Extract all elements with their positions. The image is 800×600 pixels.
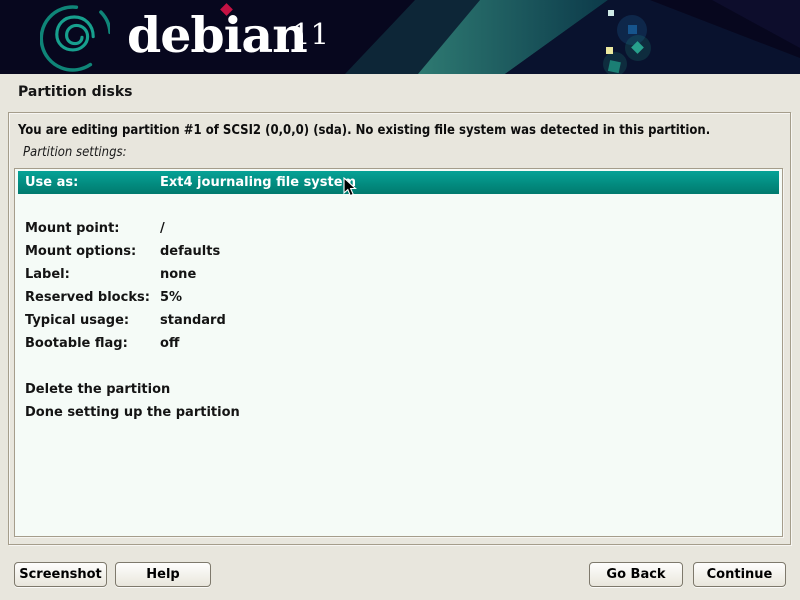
list-item-use-as[interactable]: Use as: Ext4 journaling file system xyxy=(18,171,779,194)
page-title: Partition disks xyxy=(18,84,132,100)
banner-artwork xyxy=(0,0,800,74)
help-button[interactable]: Help xyxy=(115,562,211,587)
item-label: Mount options: xyxy=(25,244,160,259)
list-spacer xyxy=(17,194,780,217)
item-label: Bootable flag: xyxy=(25,336,160,351)
spark-square-teal xyxy=(608,60,621,73)
info-subtitle: Partition settings: xyxy=(23,145,127,160)
item-value: none xyxy=(160,267,196,282)
go-back-button[interactable]: Go Back xyxy=(589,562,683,587)
list-spacer xyxy=(17,355,780,378)
spark-square-blue xyxy=(628,25,637,34)
item-label: Typical usage: xyxy=(25,313,160,328)
item-value: 5% xyxy=(160,290,182,305)
spark-square-yellow xyxy=(606,47,613,54)
item-label: Done setting up the partition xyxy=(25,405,240,420)
item-label: Reserved blocks: xyxy=(25,290,160,305)
brand-version: 11 xyxy=(292,14,329,54)
item-label: Label: xyxy=(25,267,160,282)
list-item-label[interactable]: Label: none xyxy=(17,263,780,286)
item-value: defaults xyxy=(160,244,220,259)
item-label: Delete the partition xyxy=(25,382,170,397)
item-value: Ext4 journaling file system xyxy=(160,175,356,190)
item-label: Use as: xyxy=(25,175,160,190)
partition-settings-list: Use as: Ext4 journaling file system Moun… xyxy=(14,168,783,537)
brand-wordmark: debian xyxy=(127,4,307,66)
list-item-mount-options[interactable]: Mount options: defaults xyxy=(17,240,780,263)
continue-button[interactable]: Continue xyxy=(693,562,786,587)
spark-square-white xyxy=(608,10,614,16)
list-item-mount-point[interactable]: Mount point: / xyxy=(17,217,780,240)
header-banner: debian 11 xyxy=(0,0,800,74)
item-value: off xyxy=(160,336,179,351)
item-value: / xyxy=(160,221,165,236)
item-value: standard xyxy=(160,313,226,328)
list-item-done-partition[interactable]: Done setting up the partition xyxy=(17,401,780,424)
list-item-delete-partition[interactable]: Delete the partition xyxy=(17,378,780,401)
info-message: You are editing partition #1 of SCSI2 (0… xyxy=(18,123,778,138)
list-item-typical-usage[interactable]: Typical usage: standard xyxy=(17,309,780,332)
debian-swirl-logo xyxy=(40,3,110,73)
list-item-reserved-blocks[interactable]: Reserved blocks: 5% xyxy=(17,286,780,309)
item-label: Mount point: xyxy=(25,221,160,236)
screenshot-button[interactable]: Screenshot xyxy=(14,562,107,587)
list-item-bootable-flag[interactable]: Bootable flag: off xyxy=(17,332,780,355)
